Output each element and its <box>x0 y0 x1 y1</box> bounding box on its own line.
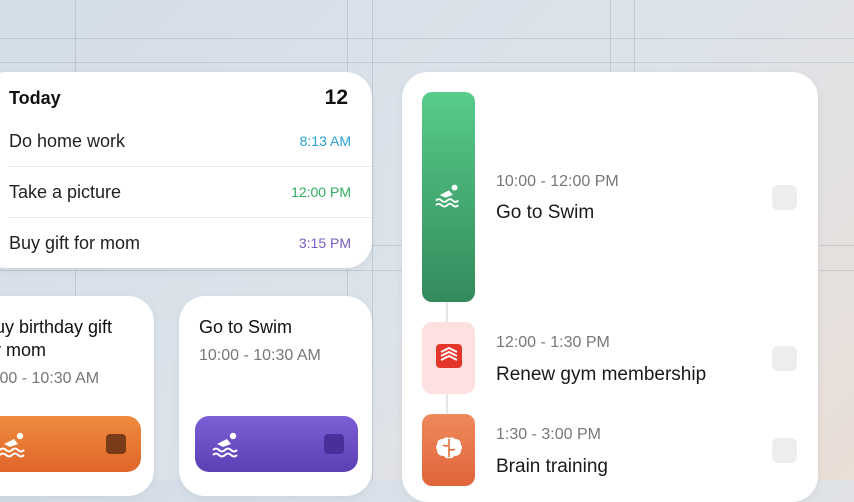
todoist-icon <box>435 343 462 373</box>
grid-line <box>0 38 854 39</box>
task-row[interactable]: Buy gift for mom 3:15 PM <box>9 218 372 268</box>
event-block-swim[interactable] <box>422 92 475 302</box>
event-widget-swim[interactable]: Go to Swim 10:00 - 10:30 AM <box>179 296 372 496</box>
event-checkbox[interactable] <box>772 346 797 371</box>
swimmer-icon <box>0 430 32 463</box>
event-color-bar <box>195 416 358 472</box>
timeline-connector <box>446 394 448 416</box>
task-time: 8:13 AM <box>299 133 351 149</box>
task-label: Take a picture <box>9 181 122 202</box>
today-title: Today <box>9 87 61 108</box>
brain-icon <box>434 435 464 466</box>
event-time: 10:00 - 10:30 AM <box>199 347 321 364</box>
event-title-line1: uy birthday gift <box>0 317 113 337</box>
task-row[interactable]: Do home work 8:13 AM <box>9 116 372 167</box>
event-block-brain[interactable] <box>422 414 475 486</box>
event-title-line2: r mom <box>0 340 46 360</box>
grid-line <box>372 0 373 480</box>
event-checkbox[interactable] <box>106 434 126 454</box>
today-header: Today 12 <box>9 86 348 110</box>
event-checkbox[interactable] <box>772 438 797 463</box>
swimmer-icon <box>209 430 245 463</box>
event-title: Go to Swim <box>199 317 293 337</box>
event-title: Brain training <box>496 456 608 477</box>
event-time: 10:00 - 12:00 PM <box>496 173 619 190</box>
task-time: 3:15 PM <box>298 235 351 251</box>
timeline-connector <box>446 302 448 322</box>
today-count: 12 <box>324 86 348 109</box>
task-label: Do home work <box>9 130 126 151</box>
event-checkbox[interactable] <box>772 185 797 210</box>
grid-line <box>0 62 854 63</box>
today-widget[interactable]: Today 12 Do home work 8:13 AM Take a pic… <box>0 72 372 268</box>
task-time: 12:00 PM <box>291 184 351 200</box>
event-title: Renew gym membership <box>496 364 707 385</box>
event-title: Go to Swim <box>496 202 595 223</box>
event-color-bar <box>0 416 141 472</box>
swimmer-icon <box>432 182 466 213</box>
event-block-gym[interactable] <box>422 322 475 394</box>
task-row[interactable]: Take a picture 12:00 PM <box>9 167 372 218</box>
event-time: :00 - 10:30 AM <box>0 370 100 387</box>
event-time: 12:00 - 1:30 PM <box>496 334 610 351</box>
event-time: 1:30 - 3:00 PM <box>496 426 601 443</box>
timeline-widget[interactable]: 10:00 - 12:00 PM Go to Swim 12:00 - 1:30… <box>402 72 818 502</box>
event-widget-birthday-gift[interactable]: uy birthday gift r mom :00 - 10:30 AM <box>0 296 154 496</box>
event-checkbox[interactable] <box>324 434 344 454</box>
task-label: Buy gift for mom <box>9 232 141 253</box>
